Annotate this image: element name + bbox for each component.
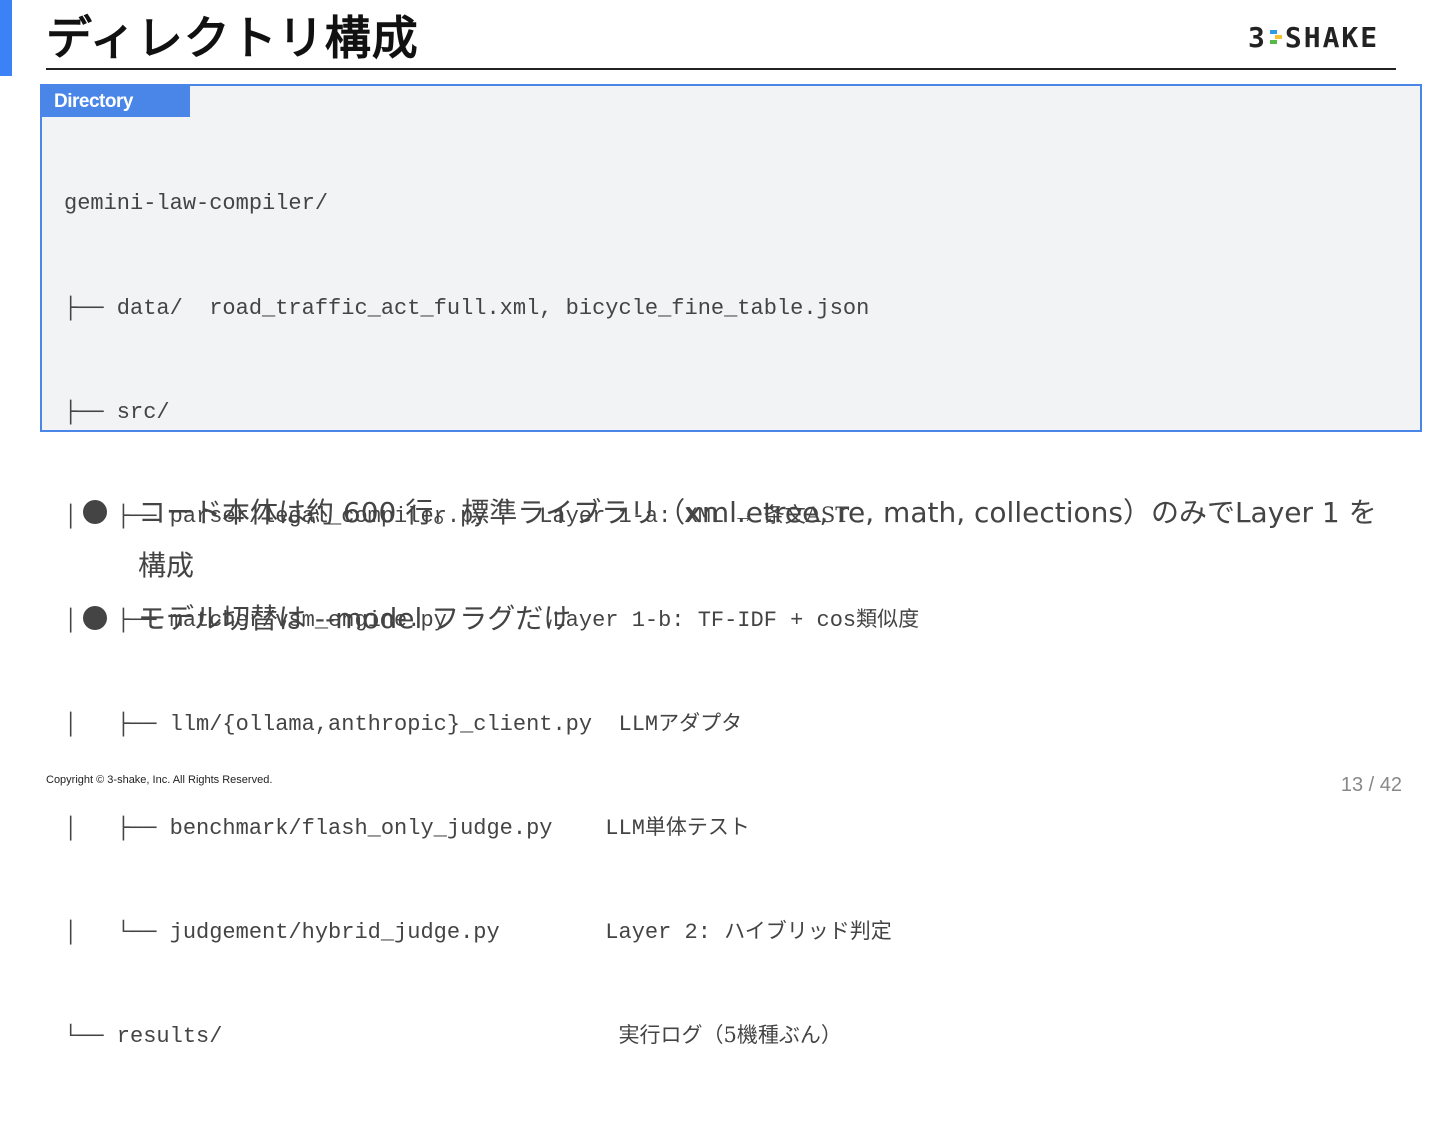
tree-line: ├── src/ xyxy=(64,399,170,425)
directory-label: Directory xyxy=(42,86,190,117)
logo-text-right: SHAKE xyxy=(1284,20,1380,54)
bullet-dot-icon xyxy=(83,606,107,630)
tree-line: └── results/ 実行ログ（5機種ぶん） xyxy=(64,1023,842,1050)
logo-text-left: 3 xyxy=(1248,20,1267,54)
page-number: 13 / 42 xyxy=(1340,774,1402,796)
logo-mark-icon xyxy=(1269,30,1282,44)
tree-line: ├── data/ road_traffic_act_full.xml, bic… xyxy=(64,295,870,321)
title-underline xyxy=(46,68,1396,70)
bullet-item: モデル切替は --model フラグだけ xyxy=(80,592,1380,645)
tree-line: │ ├── llm/{ollama,anthropic}_client.py L… xyxy=(64,710,743,737)
bullet-text: モデル切替は --model フラグだけ xyxy=(138,602,572,635)
tree-line: │ ├── benchmark/flash_only_judge.py LLM単… xyxy=(64,814,750,841)
tree-line: │ └── judgement/hybrid_judge.py Layer 2:… xyxy=(64,919,892,946)
directory-code-box: Directory gemini-law-compiler/ ├── data/… xyxy=(40,84,1422,1049)
bullet-item: コード本体は約 600 行。標準ライブラリ（xml.etree, re, mat… xyxy=(80,486,1380,592)
bullet-text: コード本体は約 600 行。標準ライブラリ（xml.etree, re, mat… xyxy=(138,496,1377,582)
bullet-dot-icon xyxy=(83,500,107,524)
title-accent-bar xyxy=(0,0,12,76)
bullet-list: コード本体は約 600 行。標準ライブラリ（xml.etree, re, mat… xyxy=(80,486,1380,645)
page-title: ディレクトリ構成 xyxy=(46,11,419,65)
company-logo: 3 SHAKE xyxy=(1248,20,1379,54)
tree-line: gemini-law-compiler/ xyxy=(64,191,329,217)
copyright-footer: Copyright © 3-shake, Inc. All Rights Res… xyxy=(46,774,273,786)
